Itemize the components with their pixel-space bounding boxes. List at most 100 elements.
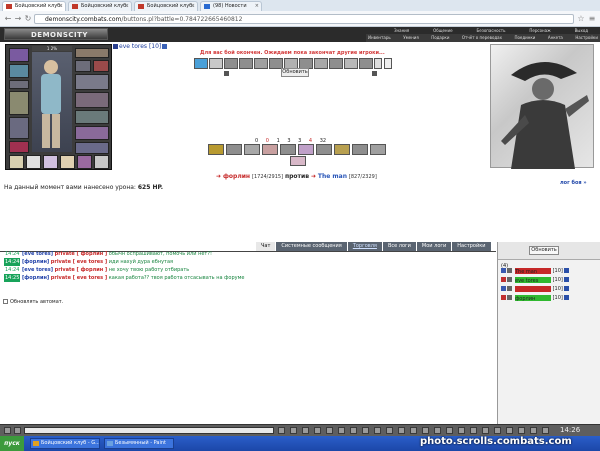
submenu-item[interactable]: Поединки — [514, 34, 535, 42]
browser-tab-1[interactable]: Бойцовский клуб. × — [2, 1, 66, 11]
skill-slot[interactable] — [314, 58, 328, 69]
message-time[interactable]: 14:24 — [4, 266, 20, 274]
message-private[interactable]: private [ eve tores ] — [51, 259, 107, 265]
skill-slot[interactable] — [290, 156, 306, 166]
toolbar-icon[interactable] — [14, 427, 21, 434]
toolbar-icon[interactable] — [326, 427, 333, 434]
info-icon[interactable] — [162, 44, 168, 49]
toolbar-icon[interactable] — [446, 427, 453, 434]
menu-item[interactable]: Выход — [575, 27, 588, 34]
skill-slot[interactable] — [316, 144, 332, 155]
equip-slot[interactable] — [93, 60, 109, 72]
taskbar-item[interactable]: Безымянный - Paint — [104, 438, 174, 449]
equip-slot[interactable] — [75, 126, 109, 140]
toolbar-icon[interactable] — [386, 427, 393, 434]
toolbar-icon[interactable] — [494, 427, 501, 434]
message-sender[interactable]: [форлин] — [22, 275, 49, 281]
skill-slot[interactable] — [370, 144, 386, 155]
skill-slot[interactable] — [344, 58, 358, 69]
toolbar-icon[interactable] — [278, 427, 285, 434]
skill-slot[interactable] — [298, 144, 314, 155]
skill-slot[interactable] — [254, 58, 268, 69]
message-private[interactable]: private [ eve tores ] — [51, 275, 107, 281]
reload-icon[interactable]: ↻ — [23, 14, 33, 24]
toolbar-icon[interactable] — [518, 427, 525, 434]
equip-slot[interactable] — [75, 74, 109, 90]
equip-slot[interactable] — [9, 64, 29, 78]
message-sender[interactable]: [eve tores] — [22, 251, 53, 257]
skill-slot[interactable] — [334, 144, 350, 155]
wrench-icon[interactable]: ≡ — [587, 14, 597, 24]
toolbar-icon[interactable] — [362, 427, 369, 434]
toolbar-icon[interactable] — [374, 427, 381, 434]
belt-slot[interactable] — [43, 155, 58, 169]
belt-slot[interactable] — [60, 155, 75, 169]
player-row[interactable]: [10] — [501, 285, 570, 293]
arrow-right-icon[interactable] — [372, 71, 377, 76]
message-sender[interactable]: [eve tores] — [22, 267, 53, 273]
skill-slot[interactable] — [208, 144, 224, 155]
star-icon[interactable]: ☆ — [576, 14, 586, 24]
fighter2-name[interactable]: The man — [318, 173, 347, 180]
skill-slot[interactable] — [359, 58, 373, 69]
equip-slot[interactable] — [75, 48, 109, 58]
menu-item[interactable]: Знания — [394, 27, 409, 34]
equip-slot[interactable] — [9, 91, 29, 115]
belt-slot[interactable] — [77, 155, 92, 169]
equip-slot[interactable] — [75, 60, 91, 72]
arrow-left-icon[interactable] — [224, 71, 229, 76]
skill-slot[interactable] — [224, 58, 238, 69]
skill-slot[interactable] — [226, 144, 242, 155]
submenu-item[interactable]: Отчёт о переводах — [462, 34, 502, 42]
forward-icon[interactable]: → — [13, 14, 23, 24]
equip-slot[interactable] — [9, 141, 29, 153]
toolbar-icon[interactable] — [434, 427, 441, 434]
info-icon[interactable] — [563, 295, 569, 300]
menu-item[interactable]: Общение — [433, 27, 453, 34]
submenu-item[interactable]: Настройки — [575, 34, 598, 42]
toolbar-icon[interactable] — [410, 427, 417, 434]
toolbar-icon[interactable] — [470, 427, 477, 434]
skill-slot[interactable] — [209, 58, 223, 69]
equip-slot[interactable] — [9, 48, 29, 62]
taskbar-item[interactable]: Бойцовский клуб - G... — [30, 438, 100, 449]
skill-slot[interactable] — [194, 58, 208, 69]
player-row[interactable]: форлин [10] — [501, 294, 570, 302]
message-time[interactable]: 14:25 — [4, 274, 21, 282]
submenu-item[interactable]: Инвентарь — [368, 34, 391, 42]
menu-item[interactable]: Безопасность — [476, 27, 505, 34]
message-time[interactable]: 14:24 — [4, 258, 21, 266]
message-private[interactable]: private [ форлин ] — [55, 267, 108, 273]
skill-slot[interactable] — [329, 58, 343, 69]
toolbar-icon[interactable] — [314, 427, 321, 434]
toolbar-icon[interactable] — [542, 427, 549, 434]
toolbar-icon[interactable] — [422, 427, 429, 434]
character-nick[interactable]: eve tores [10] — [113, 43, 168, 50]
close-icon[interactable]: × — [59, 2, 63, 11]
browser-tab-4[interactable]: (98) Новости × — [200, 1, 262, 11]
equip-slot[interactable] — [75, 110, 109, 124]
equip-slot[interactable] — [75, 92, 109, 108]
submenu-item[interactable]: Умения — [403, 34, 419, 42]
refresh-button[interactable]: Обновить — [529, 246, 559, 255]
info-icon[interactable] — [563, 268, 569, 273]
browser-tab-2[interactable]: Бойцовский клуб. × — [68, 1, 132, 11]
player-row[interactable]: eve tores [10] — [501, 276, 570, 284]
belt-slot[interactable] — [9, 155, 24, 169]
equip-slot[interactable] — [75, 142, 109, 154]
auto-refresh-checkbox[interactable] — [3, 299, 8, 304]
belt-slot[interactable] — [26, 155, 41, 169]
message-private[interactable]: private [ форлин ] — [55, 251, 108, 257]
message-time[interactable]: 14:24 — [4, 250, 20, 258]
belt-slot[interactable] — [94, 155, 109, 169]
toolbar-icon[interactable] — [398, 427, 405, 434]
url-input[interactable]: demonscity.combats.com/buttons.pl?battle… — [34, 14, 574, 24]
browser-tab-3[interactable]: Бойцовский клуб. × — [134, 1, 198, 11]
fighter1-name[interactable]: форлин — [223, 173, 250, 180]
battle-log-link[interactable]: лог боя » — [560, 180, 587, 186]
equip-slot[interactable] — [9, 117, 29, 139]
close-icon[interactable]: × — [191, 2, 195, 11]
toolbar-icon[interactable] — [290, 427, 297, 434]
skill-slot[interactable] — [239, 58, 253, 69]
skill-slot[interactable] — [384, 58, 392, 69]
